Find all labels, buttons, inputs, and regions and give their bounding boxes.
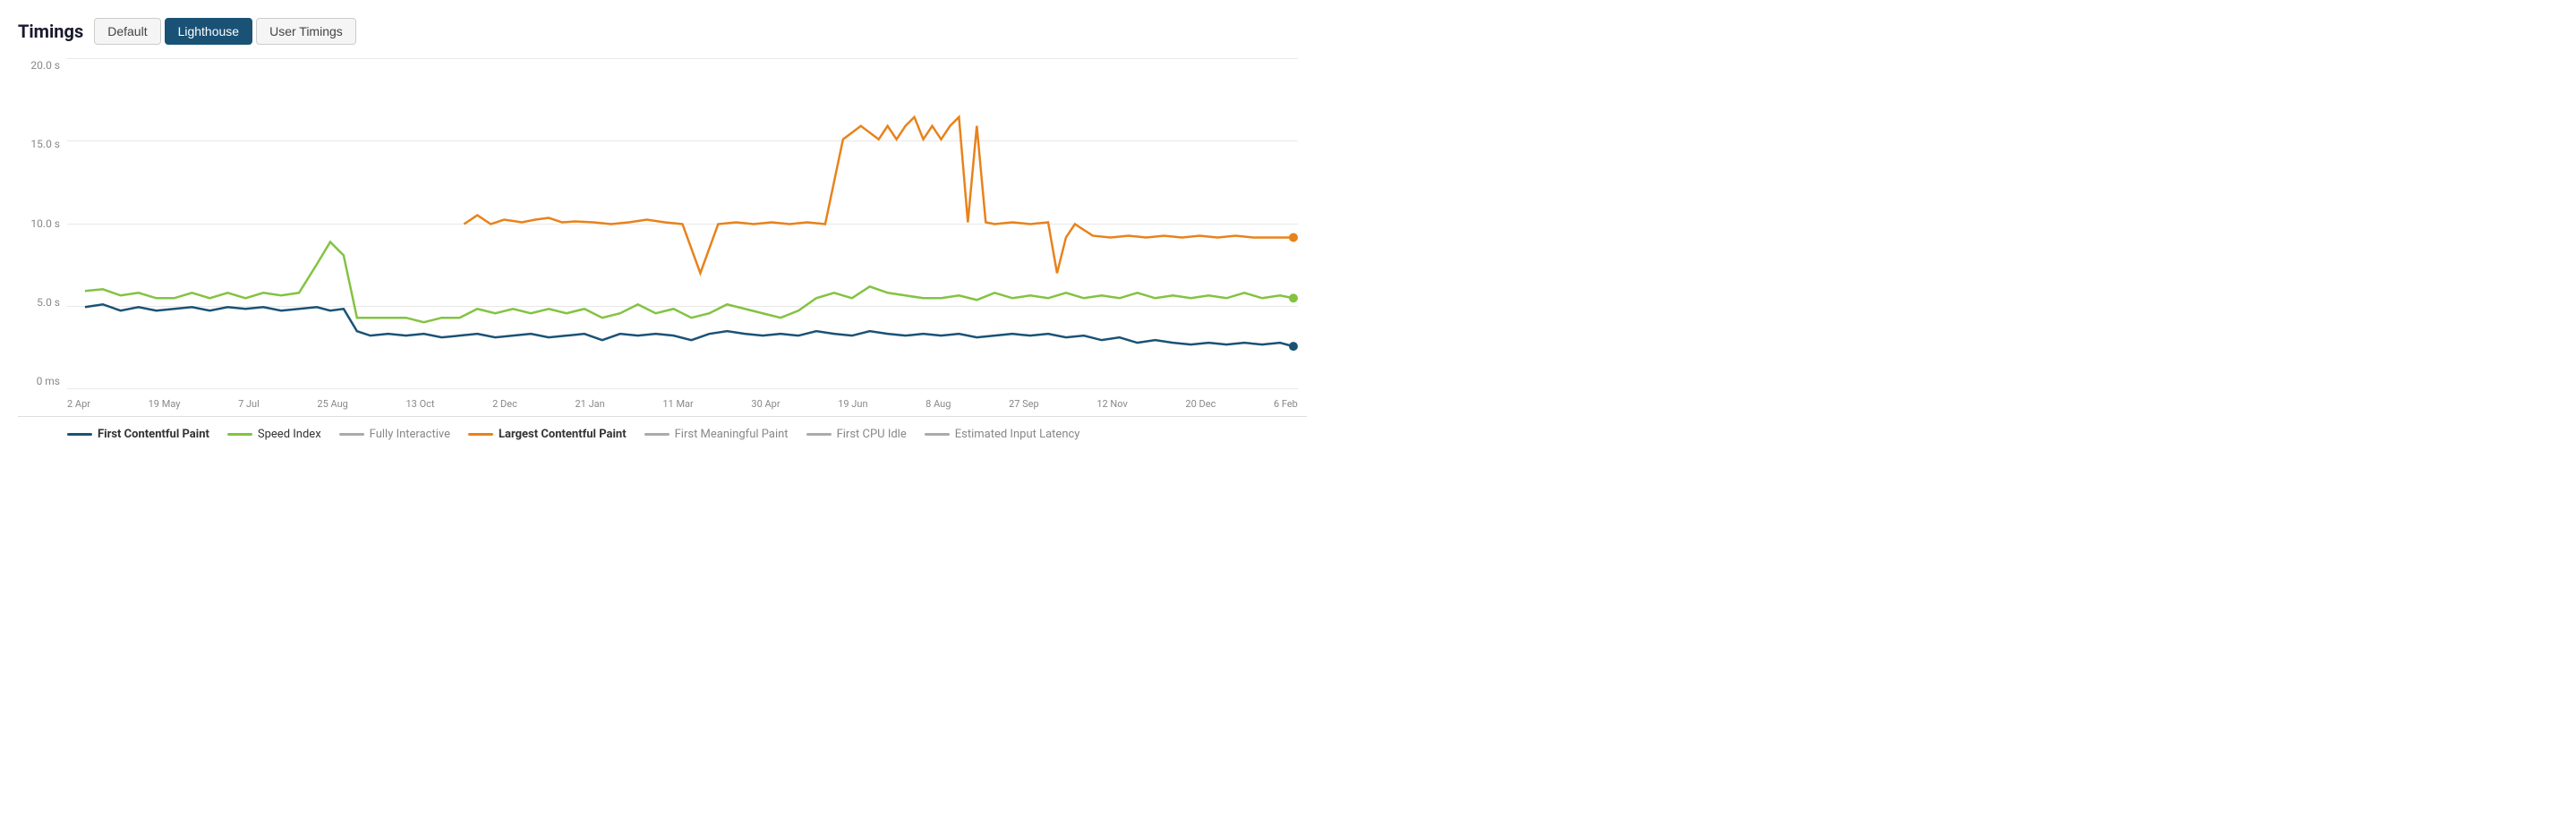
legend-fci-label: First CPU Idle [837,428,907,441]
fcp-end-dot [1289,342,1298,351]
legend-eil-line [925,433,950,436]
x-label-8: 30 Apr [751,398,780,410]
x-label-2: 7 Jul [238,398,260,410]
x-label-3: 25 Aug [317,398,347,410]
lcp-end-dot [1289,233,1298,242]
si-line [85,242,1293,322]
x-label-7: 11 Mar [662,398,693,410]
legend-fi: Fully Interactive [339,428,450,441]
x-label-11: 27 Sep [1009,398,1039,410]
x-label-5: 2 Dec [492,398,517,410]
si-end-dot [1289,293,1298,302]
legend-fcp: First Contentful Paint [67,428,209,441]
page-title: Timings [18,21,83,42]
chart-plot [67,59,1298,389]
timings-panel: Timings Default Lighthouse User Timings … [18,18,1307,441]
legend-fi-label: Fully Interactive [370,428,450,441]
legend-fi-line [339,433,364,436]
legend-lcp-label: Largest Contentful Paint [499,428,627,441]
x-label-4: 13 Oct [405,398,434,410]
header-row: Timings Default Lighthouse User Timings [18,18,1307,45]
x-label-9: 19 Jun [838,398,867,410]
legend-eil: Estimated Input Latency [925,428,1080,441]
tab-default[interactable]: Default [94,18,160,45]
legend-lcp: Largest Contentful Paint [468,428,627,441]
x-label-14: 6 Feb [1274,398,1298,410]
tab-lighthouse[interactable]: Lighthouse [165,18,253,45]
tab-group: Default Lighthouse User Timings [94,18,356,45]
legend-fci-line [806,433,832,436]
legend-fmp-label: First Meaningful Paint [675,428,789,441]
tab-user-timings[interactable]: User Timings [256,18,356,45]
x-label-0: 2 Apr [67,398,90,410]
y-label-20s: 20.0 s [18,59,67,72]
legend-fmp-line [644,433,670,436]
legend-lcp-line [468,433,493,436]
x-label-12: 12 Nov [1096,398,1127,410]
x-label-13: 20 Dec [1185,398,1215,410]
x-axis: 2 Apr 19 May 7 Jul 25 Aug 13 Oct 2 Dec 2… [67,391,1298,416]
legend-fmp: First Meaningful Paint [644,428,789,441]
legend-fcp-line [67,433,92,436]
y-label-15s: 15.0 s [18,138,67,150]
y-label-10s: 10.0 s [18,217,67,230]
chart-area: 0 ms 5.0 s 10.0 s 15.0 s 20.0 s [18,59,1307,417]
chart-legend: First Contentful Paint Speed Index Fully… [18,428,1307,441]
x-label-10: 8 Aug [925,398,951,410]
lcp-line [464,117,1293,274]
x-label-6: 21 Jan [576,398,605,410]
legend-fcp-label: First Contentful Paint [98,428,209,441]
chart-svg [67,59,1298,389]
fcp-line [85,304,1293,346]
legend-si-line [227,433,252,436]
legend-si-label: Speed Index [258,428,321,441]
y-label-5s: 5.0 s [18,296,67,309]
legend-si: Speed Index [227,428,321,441]
y-axis: 0 ms 5.0 s 10.0 s 15.0 s 20.0 s [18,59,67,389]
x-label-1: 19 May [149,398,181,410]
legend-eil-label: Estimated Input Latency [955,428,1080,441]
legend-fci: First CPU Idle [806,428,907,441]
y-label-0ms: 0 ms [18,375,67,387]
